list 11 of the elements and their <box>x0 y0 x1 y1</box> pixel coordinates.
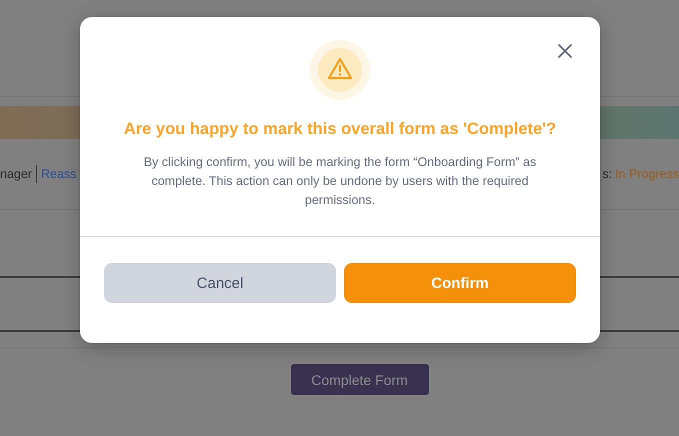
confirm-button[interactable]: Confirm <box>344 263 576 303</box>
cancel-button[interactable]: Cancel <box>104 263 336 303</box>
dialog-message: By clicking confirm, you will be marking the form “Onboarding Form” as complete. This action can only be undone by users with the required permissions. <box>142 154 538 209</box>
close-icon[interactable] <box>558 44 572 58</box>
complete-form-button[interactable]: Complete Form <box>290 364 428 395</box>
warning-icon <box>309 39 371 101</box>
status-label: s: <box>602 167 612 181</box>
dialog-title: Are you happy to mark this overall form as 'Complete'? <box>124 120 556 139</box>
reassign-link[interactable]: Reass <box>40 167 76 181</box>
status-value: In Progress <box>615 167 679 181</box>
manager-label: nager <box>0 167 32 181</box>
